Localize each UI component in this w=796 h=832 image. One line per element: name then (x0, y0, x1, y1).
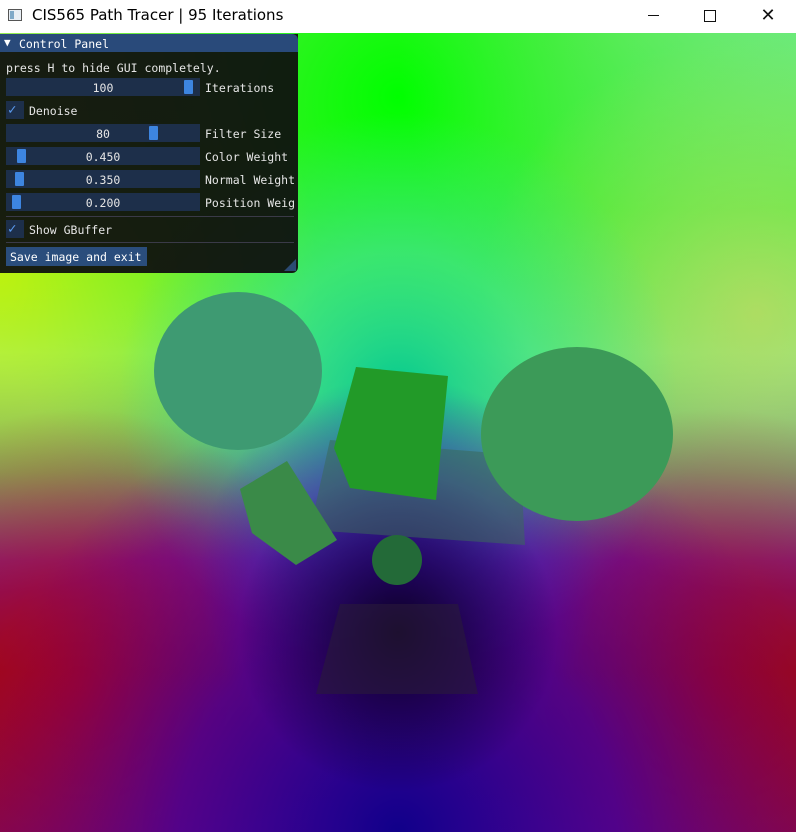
cube-center (334, 367, 448, 500)
separator (6, 242, 294, 243)
position-weight-slider[interactable]: 0.200 (6, 193, 200, 211)
show-gbuffer-check-icon: ✓ (8, 221, 17, 237)
iterations-slider[interactable]: 100 (6, 78, 200, 96)
minimize-icon (647, 15, 659, 16)
filter-size-slider[interactable]: 80 (6, 124, 200, 142)
position-weight-label: Position Weig (205, 196, 296, 210)
color-weight-label: Color Weight (205, 150, 289, 164)
separator (6, 216, 294, 217)
maximize-button[interactable] (681, 0, 739, 31)
title-bar: CIS565 Path Tracer | 95 Iterations ✕ (0, 0, 796, 33)
minimize-button[interactable] (624, 0, 682, 31)
filter-size-value: 80 (96, 127, 110, 141)
sphere-left (154, 292, 322, 450)
save-image-and-exit-button[interactable]: Save image and exit (6, 247, 147, 266)
sphere-right (481, 347, 673, 521)
iterations-label: Iterations (205, 81, 275, 95)
show-gbuffer-label: Show GBuffer (29, 223, 113, 237)
denoise-label: Denoise (29, 104, 78, 118)
control-panel-title: Control Panel (19, 37, 110, 51)
control-panel: ▼ Control Panel press H to hide GUI comp… (0, 34, 298, 273)
denoise-check-icon: ✓ (8, 102, 17, 118)
normal-weight-label: Normal Weight (205, 173, 296, 187)
app-icon (8, 9, 22, 21)
sphere-small (372, 535, 422, 585)
window-title: CIS565 Path Tracer | 95 Iterations (32, 6, 284, 24)
control-panel-header[interactable]: ▼ Control Panel (0, 34, 298, 52)
denoise-checkbox[interactable]: ✓ (6, 101, 24, 119)
iterations-value: 100 (92, 81, 114, 95)
color-weight-value: 0.450 (85, 150, 121, 164)
close-button[interactable]: ✕ (739, 0, 796, 31)
save-button-label: Save image and exit (10, 250, 142, 264)
normal-weight-slider[interactable]: 0.350 (6, 170, 200, 188)
filter-size-label: Filter Size (205, 127, 282, 141)
maximize-icon (704, 9, 716, 22)
position-weight-value: 0.200 (85, 196, 121, 210)
show-gbuffer-checkbox[interactable]: ✓ (6, 220, 24, 238)
color-weight-slider[interactable]: 0.450 (6, 147, 200, 165)
resize-grip-icon[interactable] (284, 259, 296, 271)
close-icon: ✕ (760, 4, 776, 26)
pedestal (316, 604, 478, 694)
collapse-arrow-icon[interactable]: ▼ (4, 36, 11, 49)
hide-gui-hint: press H to hide GUI completely. (6, 61, 221, 75)
normal-weight-value: 0.350 (85, 173, 121, 187)
